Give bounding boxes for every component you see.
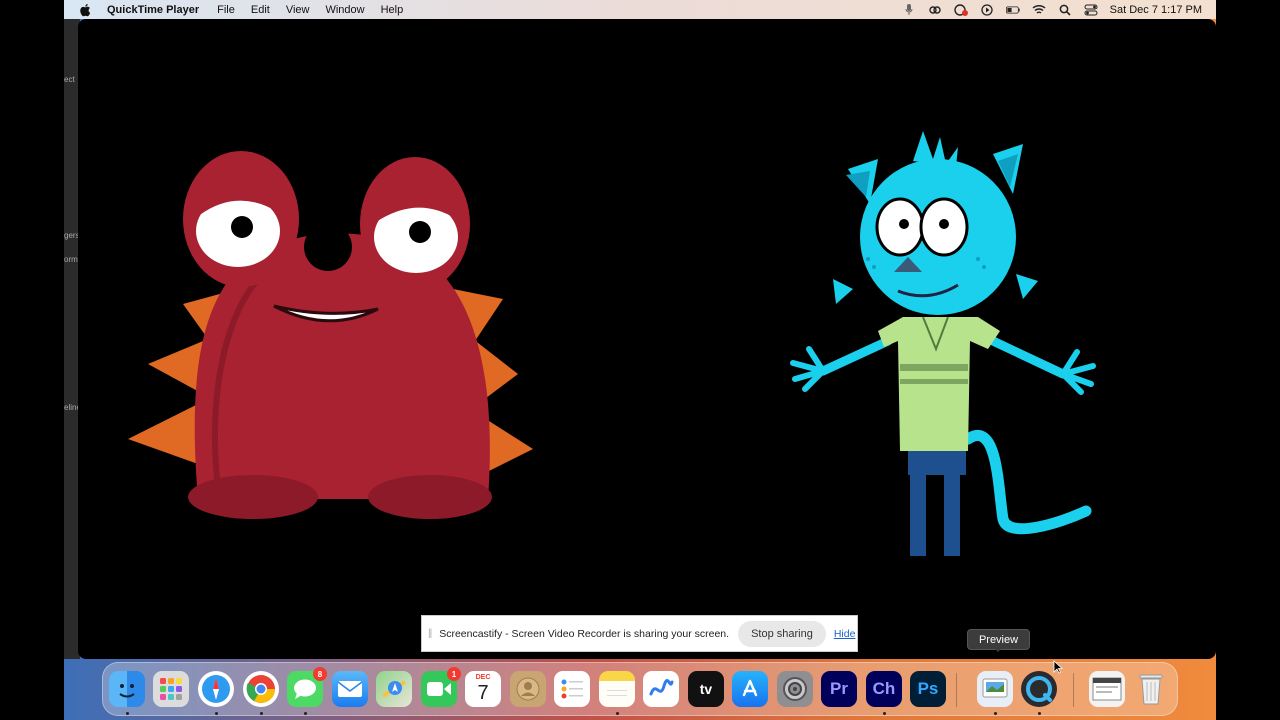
dock-separator bbox=[1073, 673, 1074, 707]
sharing-message: Screencastify - Screen Video Recorder is… bbox=[439, 627, 730, 640]
calendar-icon[interactable]: DEC 7 bbox=[465, 671, 501, 707]
spotlight-search-icon[interactable] bbox=[1058, 4, 1072, 16]
appletv-icon[interactable]: tv bbox=[688, 671, 724, 707]
contacts-icon[interactable] bbox=[510, 671, 546, 707]
desktop: QuickTime Player File Edit View Window H… bbox=[64, 0, 1216, 720]
finder-icon[interactable] bbox=[109, 671, 145, 707]
character-animator-icon[interactable]: Ch bbox=[866, 671, 902, 707]
background-app-fragment: orm bbox=[64, 255, 78, 264]
letterbox-left bbox=[0, 0, 64, 720]
active-app-name[interactable]: QuickTime Player bbox=[107, 4, 199, 16]
video-frame bbox=[128, 131, 1096, 556]
menubar-status-area: Sat Dec 7 1:17 PM bbox=[902, 0, 1202, 19]
running-indicator bbox=[883, 712, 886, 715]
reminders-icon[interactable] bbox=[554, 671, 590, 707]
menu-window[interactable]: Window bbox=[325, 4, 364, 16]
appletv-label: tv bbox=[699, 681, 713, 697]
appstore-icon[interactable] bbox=[732, 671, 768, 707]
photoshop-label: Ps bbox=[917, 679, 939, 698]
downloads-stack-icon[interactable] bbox=[1089, 671, 1125, 707]
running-indicator bbox=[616, 712, 619, 715]
messages-icon[interactable]: 8 bbox=[287, 667, 327, 707]
hide-banner-link[interactable]: Hide bbox=[834, 628, 856, 640]
red-monster-character bbox=[128, 151, 533, 519]
background-app-fragment: ect bbox=[64, 75, 75, 84]
screen-sharing-banner: || Screencastify - Screen Video Recorder… bbox=[421, 615, 858, 652]
link-icon[interactable] bbox=[928, 4, 942, 16]
control-center-icon[interactable] bbox=[1084, 4, 1098, 16]
freeform-icon[interactable] bbox=[643, 671, 679, 707]
play-icon[interactable] bbox=[980, 3, 994, 16]
calendar-day: 7 bbox=[477, 682, 489, 704]
running-indicator bbox=[126, 712, 129, 715]
blue-cat-character bbox=[790, 131, 1096, 556]
premiere-icon[interactable]: Pr bbox=[821, 671, 857, 707]
maps-icon[interactable] bbox=[376, 671, 412, 707]
menu-help[interactable]: Help bbox=[381, 4, 404, 16]
menu-edit[interactable]: Edit bbox=[251, 4, 270, 16]
photoshop-icon[interactable]: Ps bbox=[910, 671, 946, 707]
mail-icon[interactable] bbox=[332, 671, 368, 707]
running-indicator bbox=[994, 712, 997, 715]
trash-icon[interactable] bbox=[1133, 671, 1169, 707]
tooltip-arrow bbox=[993, 647, 1003, 652]
apple-menu-icon[interactable] bbox=[79, 3, 93, 17]
settings-icon[interactable] bbox=[777, 671, 813, 707]
running-indicator bbox=[304, 712, 307, 715]
menu-bar: QuickTime Player File Edit View Window H… bbox=[64, 0, 1216, 19]
running-indicator bbox=[215, 712, 218, 715]
stop-sharing-button[interactable]: Stop sharing bbox=[738, 620, 826, 647]
preview-icon[interactable] bbox=[977, 671, 1013, 707]
dock-separator bbox=[956, 673, 957, 707]
launchpad-icon[interactable] bbox=[153, 671, 189, 707]
mouse-cursor-icon bbox=[1053, 660, 1063, 674]
wifi-icon[interactable] bbox=[1032, 4, 1046, 16]
battery-icon[interactable] bbox=[1005, 4, 1020, 16]
calendar-month: DEC bbox=[475, 674, 491, 681]
notification-badge: 1 bbox=[447, 667, 461, 681]
menu-view[interactable]: View bbox=[286, 4, 310, 16]
character-animator-label: Ch bbox=[872, 679, 896, 698]
dock: 8 1 DEC 7 tv Pr Ch Ps bbox=[102, 662, 1178, 716]
menubar-clock[interactable]: Sat Dec 7 1:17 PM bbox=[1110, 4, 1202, 16]
notification-badge: 8 bbox=[313, 667, 327, 681]
screen-recording-icon[interactable] bbox=[953, 3, 968, 16]
menu-file[interactable]: File bbox=[217, 4, 235, 16]
drag-handle-icon[interactable]: || bbox=[428, 628, 432, 639]
notes-icon[interactable] bbox=[599, 671, 635, 707]
facetime-icon[interactable]: 1 bbox=[421, 667, 461, 707]
premiere-label: Pr bbox=[830, 679, 848, 698]
running-indicator bbox=[260, 712, 263, 715]
quicktime-icon[interactable] bbox=[1021, 671, 1057, 707]
chrome-icon[interactable] bbox=[243, 671, 279, 707]
microphone-icon[interactable] bbox=[902, 3, 916, 16]
running-indicator bbox=[1038, 712, 1041, 715]
letterbox-right bbox=[1216, 0, 1280, 720]
safari-icon[interactable] bbox=[198, 671, 234, 707]
quicktime-player-window[interactable] bbox=[78, 19, 1216, 659]
